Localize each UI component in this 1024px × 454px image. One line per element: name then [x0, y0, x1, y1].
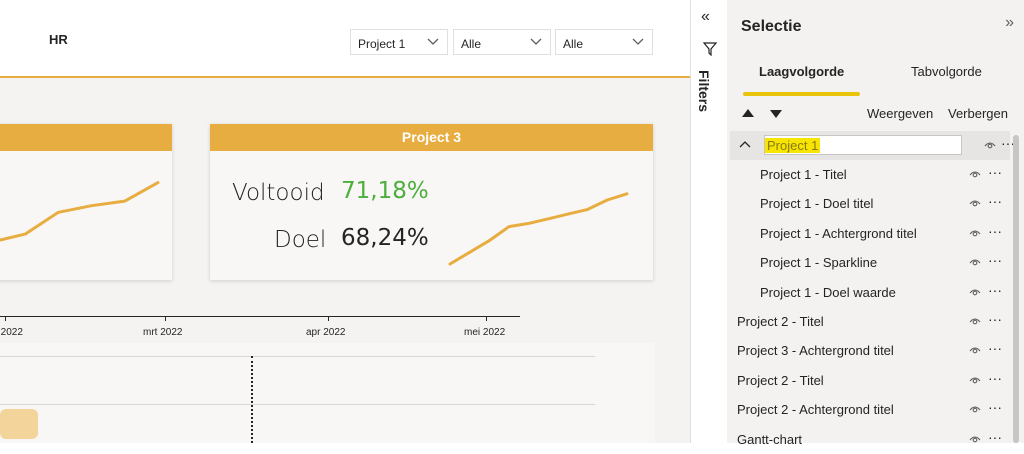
axis-tick-label: apr 2022 [306, 327, 346, 338]
slicer-value: Project 1 [358, 37, 406, 51]
gantt-chart[interactable] [0, 343, 655, 443]
layer-row[interactable]: Project 1 - Titel ··· [727, 160, 1017, 189]
chevron-down-icon [427, 38, 439, 45]
eye-icon[interactable] [969, 257, 981, 267]
eye-icon[interactable] [969, 198, 981, 208]
move-up-icon[interactable] [742, 109, 754, 117]
voltooid-label: Voltooid [232, 180, 325, 206]
slicer-value: Alle [563, 37, 584, 51]
eye-icon[interactable] [969, 375, 981, 385]
sparkline [0, 181, 160, 242]
filters-label[interactable]: Filters [696, 70, 712, 112]
doel-value: 68,24% [341, 225, 429, 251]
card-header [0, 124, 172, 151]
group-row-project-1[interactable]: Project 1 ··· [730, 131, 1015, 160]
doel-label: Doel [274, 227, 327, 253]
axis-tick-label: mei 2022 [464, 327, 506, 338]
pane-title: Selectie [741, 18, 802, 35]
more-options-icon[interactable]: ··· [988, 164, 1002, 180]
gantt-gridline [0, 356, 595, 357]
layer-row[interactable]: Project 1 - Doel waarde ··· [727, 278, 1017, 307]
voltooid-value: 71,18% [341, 178, 429, 204]
timeline-axis [0, 316, 520, 317]
project-3-card[interactable]: Project 3 Voltooid 71,18% Doel 68,24% [210, 124, 653, 280]
layer-row[interactable]: Project 1 - Achtergrond titel ··· [727, 219, 1017, 248]
tab-laagvolgorde[interactable]: Laagvolgorde [759, 64, 844, 79]
selection-pane: Selectie » Laagvolgorde Tabvolgorde Weer… [727, 0, 1024, 447]
sparkline [448, 192, 629, 266]
layer-row[interactable]: Project 2 - Titel ··· [727, 366, 1017, 395]
more-options-icon[interactable]: ··· [988, 429, 1002, 445]
eye-icon[interactable] [969, 287, 981, 297]
more-options-icon[interactable]: ··· [988, 311, 1002, 327]
report-header: HR Project 1 Alle Alle [0, 0, 690, 78]
layer-label: Project 3 - Achtergrond titel [737, 343, 894, 359]
chevron-down-icon [632, 38, 644, 45]
layer-label: Project 1 - Doel waarde [760, 284, 896, 300]
eye-icon[interactable] [969, 345, 981, 355]
more-options-icon[interactable]: ··· [988, 223, 1002, 239]
axis-tick [328, 316, 329, 321]
project-card-partial[interactable] [0, 124, 172, 280]
more-options-icon[interactable]: ··· [988, 282, 1002, 298]
axis-tick-label: mrt 2022 [143, 327, 183, 338]
move-down-icon[interactable] [770, 110, 782, 118]
layer-label: Project 1 - Doel titel [760, 196, 874, 212]
layer-label: Project 1 - Achtergrond titel [760, 225, 917, 241]
eye-icon[interactable] [984, 140, 996, 150]
axis-tick [165, 316, 166, 321]
layer-label: Project 1 - Sparkline [760, 255, 878, 271]
layer-row[interactable]: Gantt-chart ··· [727, 425, 1017, 454]
more-options-icon[interactable]: ··· [988, 370, 1002, 386]
axis-tick [486, 316, 487, 321]
today-marker [251, 356, 253, 443]
eye-icon[interactable] [969, 228, 981, 238]
layer-row[interactable]: Project 2 - Titel ··· [727, 307, 1017, 336]
more-options-icon[interactable]: ··· [988, 193, 1002, 209]
axis-tick [5, 316, 6, 321]
slicer-value: Alle [461, 37, 482, 51]
chevron-up-icon[interactable] [739, 140, 751, 149]
eye-icon[interactable] [969, 434, 981, 444]
layer-row[interactable]: Project 3 - Achtergrond titel ··· [727, 336, 1017, 365]
reorder-arrows [742, 109, 782, 118]
active-tab-indicator [743, 92, 860, 96]
hide-all-button[interactable]: Verbergen [948, 106, 1008, 121]
layer-label: Project 2 - Achtergrond titel [737, 402, 894, 418]
axis-tick-label: feb 2022 [0, 327, 23, 338]
layer-label: Project 1 - Titel [760, 167, 847, 182]
more-options-icon[interactable]: ··· [988, 399, 1002, 415]
group-name-input[interactable]: Project 1 [764, 135, 962, 155]
layer-label: Project 2 - Titel [737, 372, 824, 388]
gantt-bar[interactable] [0, 409, 38, 439]
filter-slicer-3[interactable]: Alle [555, 29, 653, 55]
layer-label: Gantt-chart [737, 431, 803, 447]
more-options-icon[interactable]: ··· [988, 340, 1002, 356]
layer-row[interactable]: Project 2 - Achtergrond titel ··· [727, 395, 1017, 424]
collapse-panes-icon[interactable]: « [701, 8, 710, 26]
card-header: Project 3 [210, 124, 653, 151]
tab-tabvolgorde[interactable]: Tabvolgorde [911, 64, 982, 79]
chevron-down-icon [530, 38, 542, 45]
more-options-icon[interactable]: ··· [988, 252, 1002, 268]
filter-icon[interactable] [703, 42, 717, 56]
filters-pane-collapsed: « Filters [690, 0, 728, 443]
show-all-button[interactable]: Weergeven [867, 106, 933, 121]
eye-icon[interactable] [969, 169, 981, 179]
collapse-pane-icon[interactable]: » [1005, 14, 1014, 32]
page-title: HR [49, 32, 68, 47]
layer-row[interactable]: Project 1 - Sparkline ··· [727, 248, 1017, 277]
project-slicer[interactable]: Project 1 [350, 29, 448, 55]
eye-icon[interactable] [969, 404, 981, 414]
report-canvas: HR Project 1 Alle Alle Project 3 Voltooi… [0, 0, 690, 443]
filter-slicer-2[interactable]: Alle [453, 29, 551, 55]
scrollbar[interactable] [1013, 135, 1019, 443]
gantt-gridline [0, 404, 595, 405]
layer-row[interactable]: Project 1 - Doel titel ··· [727, 189, 1017, 218]
eye-icon[interactable] [969, 316, 981, 326]
layer-label: Project 2 - Titel [737, 314, 824, 329]
group-name-text: Project 1 [765, 138, 821, 153]
